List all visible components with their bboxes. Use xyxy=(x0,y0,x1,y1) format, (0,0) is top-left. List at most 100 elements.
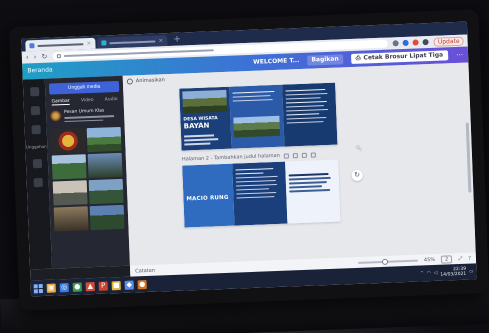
brochure-page-2[interactable]: MACIO RUNG xyxy=(182,159,341,228)
folder-item[interactable]: Pesan Umum Klas xyxy=(49,108,120,125)
taskbar-app-glyph: ■ xyxy=(112,280,120,289)
uploaded-image-thumbnail[interactable] xyxy=(51,154,87,180)
more-apps-icon[interactable] xyxy=(33,177,43,188)
extension-icon[interactable] xyxy=(412,39,419,46)
reload-icon[interactable]: ↻ xyxy=(41,52,47,60)
taskbar-app-glyph: ◆ xyxy=(126,280,133,289)
lock-icon xyxy=(56,54,61,59)
mouse-cursor-icon: ↖ xyxy=(355,143,363,153)
clock[interactable]: 22:39 14/03/2021 xyxy=(440,267,466,278)
taskbar-app-glyph: ● xyxy=(74,282,81,291)
page-count[interactable]: 2 xyxy=(440,254,453,264)
taskbar-app-glyph: ▣ xyxy=(47,283,55,292)
taskbar-app-glyph: ● xyxy=(138,279,146,288)
taskbar-apps: ▣ ◎ ● ▲ P ■ ◆ ● xyxy=(46,279,147,293)
system-tray: ⌃ ◠ ◁ 22:39 14/03/2021 ▭ xyxy=(420,266,474,278)
elements-icon[interactable] xyxy=(30,106,40,116)
clock-date: 14/03/2021 xyxy=(440,271,467,278)
help-icon[interactable]: ? xyxy=(468,255,471,261)
tab-audio[interactable]: Audio xyxy=(105,97,118,103)
taskbar-app-glyph: P xyxy=(100,281,106,290)
upload-media-button[interactable]: Unggah media xyxy=(48,80,120,95)
laptop-bezel: × × + ‹ › ↻ Update Beranda WELCOME T... … xyxy=(8,9,489,311)
uploaded-image-thumbnail[interactable] xyxy=(89,204,125,231)
document-title[interactable]: WELCOME T... xyxy=(253,57,299,66)
windows-start-icon[interactable] xyxy=(33,283,43,293)
taskbar-app-icon[interactable]: ■ xyxy=(111,280,121,290)
back-icon[interactable]: ‹ xyxy=(26,53,29,61)
page2-panel-right xyxy=(285,159,341,224)
page1-panel-right xyxy=(282,82,338,147)
cover-photo xyxy=(182,89,228,114)
page2-panel-left: MACIO RUNG xyxy=(182,163,235,228)
animate-label: Animasikan xyxy=(135,77,165,85)
notifications-icon[interactable]: ▭ xyxy=(469,269,473,274)
uploaded-image-thumbnail[interactable] xyxy=(53,206,89,232)
animate-button[interactable]: Animasikan xyxy=(126,77,165,85)
volume-icon[interactable]: ◁ xyxy=(434,270,438,275)
tab-title xyxy=(37,42,84,47)
fullscreen-icon[interactable]: ⤢ xyxy=(458,255,462,261)
animate-icon xyxy=(126,78,134,85)
zoom-level[interactable]: 45% xyxy=(424,256,435,262)
taskbar-app-icon[interactable]: ● xyxy=(72,282,82,292)
taskbar-app-icon[interactable]: ◎ xyxy=(59,282,69,292)
more-options-icon[interactable]: ⋯ xyxy=(456,50,463,58)
middle-photo xyxy=(233,115,281,138)
zoom-slider-knob[interactable] xyxy=(382,258,389,265)
taskbar-app-icon[interactable]: ● xyxy=(137,279,147,289)
tray-up-icon[interactable]: ⌃ xyxy=(420,271,424,276)
templates-icon[interactable] xyxy=(29,87,39,97)
home-button[interactable]: Beranda xyxy=(27,66,53,74)
tab-favicon xyxy=(101,40,107,46)
hide-page-icon[interactable] xyxy=(283,152,289,159)
text-icon[interactable] xyxy=(32,158,42,169)
folder-avatar xyxy=(49,110,62,122)
address-url xyxy=(63,49,214,58)
page-2-title[interactable]: Halaman 2 - Tambahkan judul halaman xyxy=(182,153,280,163)
forward-icon[interactable]: › xyxy=(34,53,37,61)
taskbar-app-glyph: ◎ xyxy=(61,282,68,291)
page1-panel-middle xyxy=(229,84,285,149)
refresh-icon[interactable]: ↻ xyxy=(351,169,363,182)
editor-workspace: Animasikan DESA WISATA BAYAN Halaman 2 -… xyxy=(122,62,476,266)
wifi-icon[interactable]: ◠ xyxy=(427,271,431,276)
share-button[interactable]: Bagikan xyxy=(307,54,343,66)
rail-label-uploads: Unggahan xyxy=(25,143,47,150)
extension-icon[interactable] xyxy=(402,39,409,47)
page1-panel-cover: DESA WISATA BAYAN xyxy=(179,86,232,151)
uploaded-image-thumbnail[interactable] xyxy=(86,126,122,153)
tab-title xyxy=(109,40,156,44)
uploaded-image-thumbnail[interactable] xyxy=(87,152,123,179)
update-button[interactable]: Update xyxy=(433,36,464,47)
duplicate-page-icon[interactable] xyxy=(292,152,298,158)
taskbar-app-icon[interactable]: ◆ xyxy=(124,280,134,290)
brochure-page-1[interactable]: DESA WISATA BAYAN xyxy=(179,82,338,151)
print-brochure-button[interactable]: ⎙ Cetak Brosur Lipat Tiga xyxy=(350,50,449,65)
new-tab-icon[interactable]: + xyxy=(169,34,185,46)
profile-avatar[interactable] xyxy=(422,39,429,46)
tab-videos[interactable]: Video xyxy=(81,98,94,104)
delete-page-icon[interactable] xyxy=(301,152,307,158)
page2-panel-middle xyxy=(232,161,288,226)
uploaded-image-thumbnail[interactable] xyxy=(52,180,88,206)
taskbar-app-icon[interactable]: ▣ xyxy=(46,283,56,293)
tab-favicon xyxy=(29,43,35,49)
cover-heading-line-2: BAYAN xyxy=(183,121,210,131)
uploads-icon[interactable] xyxy=(31,124,41,135)
notes-button[interactable]: Catatan xyxy=(135,267,155,274)
taskbar-app-icon[interactable]: P xyxy=(98,281,108,291)
print-brochure-label: Cetak Brosur Lipat Tiga xyxy=(363,51,444,62)
close-tab-icon[interactable]: × xyxy=(86,39,91,46)
tab-images[interactable]: Gambar xyxy=(51,98,70,106)
close-tab-icon[interactable]: × xyxy=(158,37,163,44)
print-icon: ⎙ xyxy=(355,54,361,62)
add-page-icon[interactable] xyxy=(310,151,316,158)
extension-icons xyxy=(392,39,429,47)
extension-icon[interactable] xyxy=(392,40,400,47)
taskbar-app-icon[interactable]: ▲ xyxy=(85,281,95,291)
workspace-scrollbar[interactable] xyxy=(465,122,472,193)
uploaded-image-thumbnail[interactable] xyxy=(50,128,86,154)
zoom-slider[interactable] xyxy=(357,258,419,265)
uploaded-image-thumbnail[interactable] xyxy=(88,178,124,205)
